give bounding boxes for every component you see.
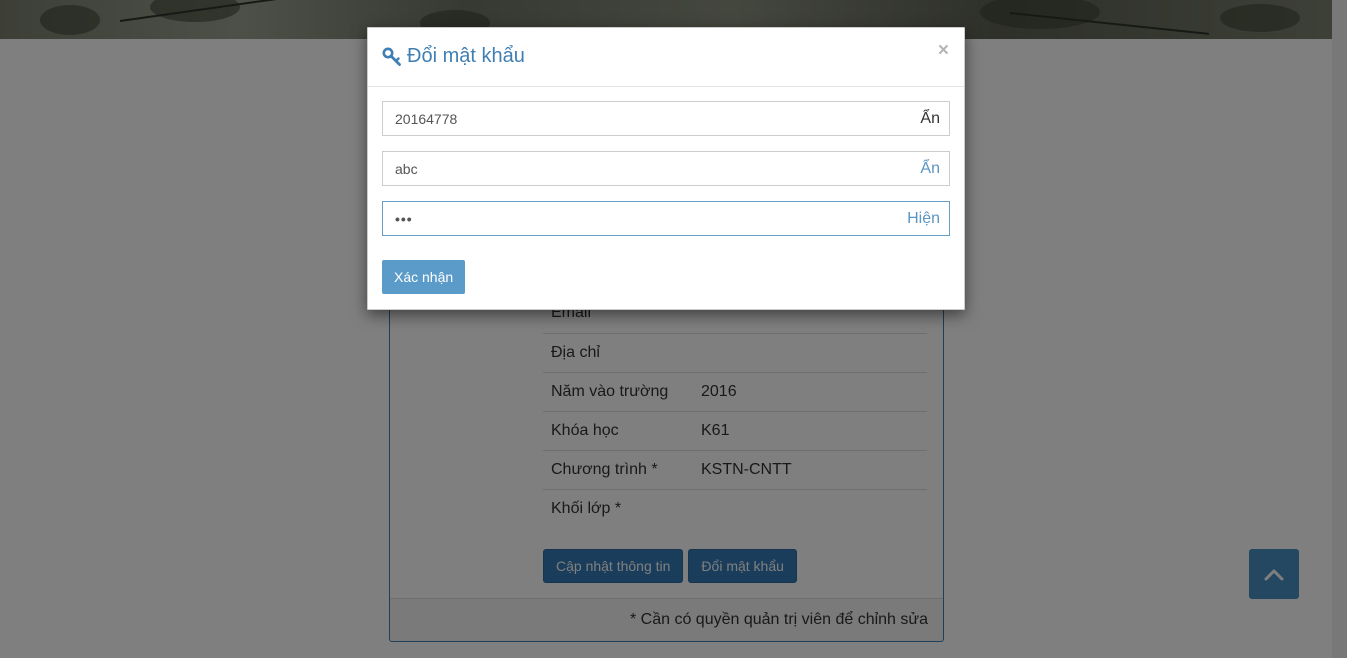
- confirm-password-toggle[interactable]: Hiện: [907, 210, 949, 228]
- modal-body: 20164778 Ẩn abc Ẩn ••• Hiện Xác nhận: [368, 87, 964, 294]
- modal-title-text: Đổi mật khẩu: [407, 45, 525, 67]
- confirm-button[interactable]: Xác nhận: [382, 260, 466, 294]
- current-password-toggle[interactable]: Ẩn: [920, 110, 949, 128]
- confirm-password-field[interactable]: ••• Hiện: [382, 201, 950, 236]
- modal-header: Đổi mật khẩu ×: [368, 28, 964, 87]
- current-password-field[interactable]: 20164778 Ẩn: [382, 101, 950, 136]
- current-password-value[interactable]: 20164778: [383, 111, 920, 127]
- change-password-modal: Đổi mật khẩu × 20164778 Ẩn abc Ẩn ••• Hi…: [367, 27, 965, 310]
- new-password-toggle[interactable]: Ẩn: [920, 160, 949, 178]
- new-password-field[interactable]: abc Ẩn: [382, 151, 950, 186]
- modal-title: Đổi mật khẩu: [382, 45, 525, 68]
- confirm-password-value[interactable]: •••: [383, 211, 907, 227]
- key-icon: [382, 47, 401, 66]
- close-icon[interactable]: ×: [938, 41, 949, 60]
- new-password-value[interactable]: abc: [383, 161, 920, 177]
